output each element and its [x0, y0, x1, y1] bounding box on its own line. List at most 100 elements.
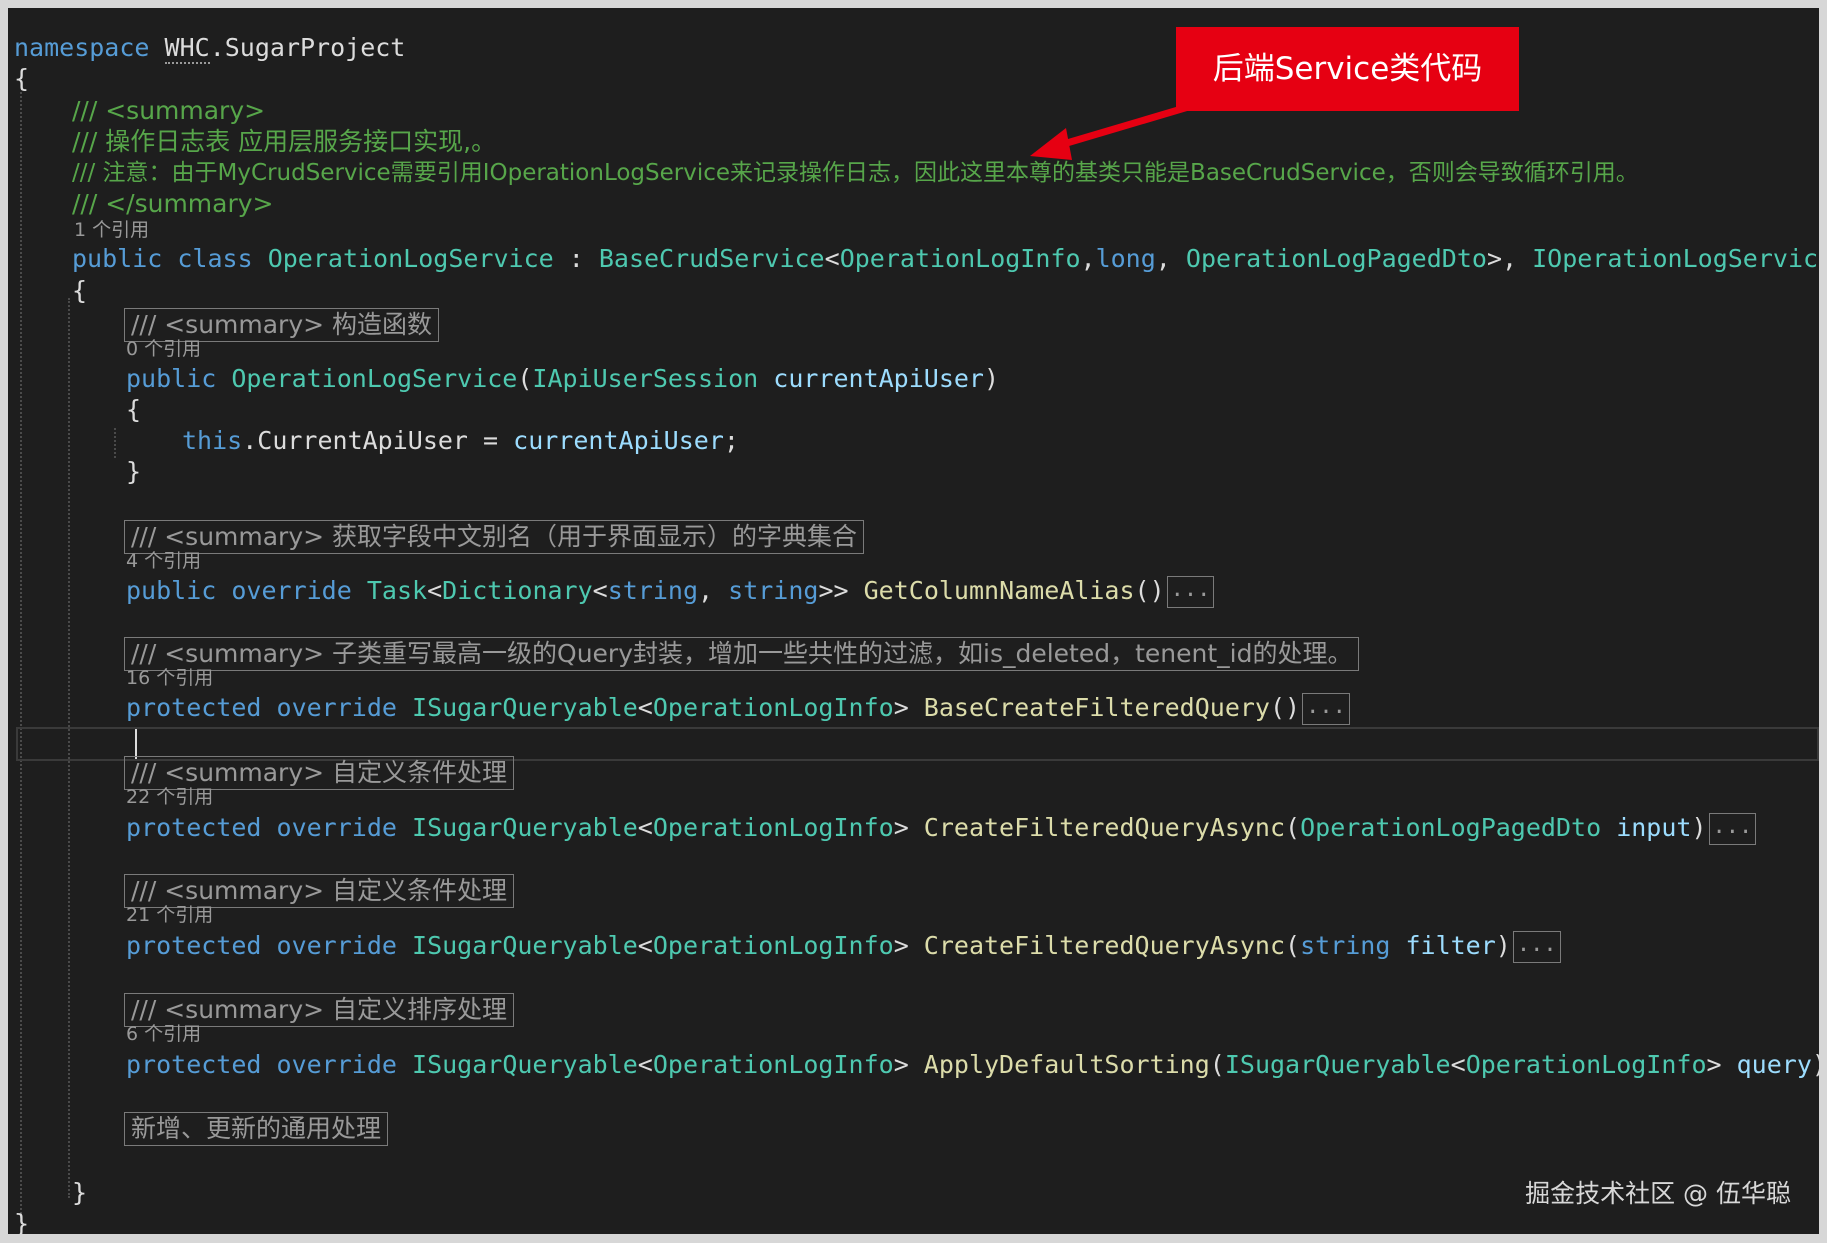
- override-keyword: override: [276, 813, 397, 842]
- paren-open: (: [1209, 1050, 1225, 1079]
- base-type: BaseCrudService: [598, 244, 825, 273]
- collapsed-body-button[interactable]: ...: [1302, 693, 1350, 725]
- collapsed-region[interactable]: 新增、更新的通用处理: [124, 1108, 389, 1148]
- indent-guide: [20, 92, 22, 1222]
- method-declaration-base-create-filtered-query[interactable]: protected override ISugarQueryable<Opera…: [126, 688, 1350, 728]
- collapsed-summary-box[interactable]: /// <summary> 获取字段中文别名（用于界面显示）的字典集合: [124, 520, 865, 554]
- gt: >: [1706, 1050, 1737, 1079]
- comma: ,: [1155, 244, 1186, 273]
- paren-open: (: [517, 364, 533, 393]
- code-editor[interactable]: namespace WHC.SugarProject { /// <summar…: [8, 8, 1819, 1234]
- method-declaration-apply-default-sorting[interactable]: protected override ISugarQueryable<Opera…: [126, 1045, 1819, 1085]
- lt: <: [427, 576, 443, 605]
- comma: ,: [698, 576, 729, 605]
- method-declaration-get-column-alias[interactable]: public override Task<Dictionary<string, …: [126, 571, 1215, 611]
- comma: ,: [1080, 244, 1096, 273]
- paren-close: ): [1812, 1050, 1819, 1079]
- param-type: OperationLogPagedDto: [1300, 813, 1602, 842]
- gt: >: [893, 1050, 924, 1079]
- override-keyword: override: [276, 693, 397, 722]
- gt: >: [893, 931, 924, 960]
- member-reference-count[interactable]: 4 个引用: [126, 549, 201, 573]
- return-type: ISugarQueryable: [412, 931, 638, 960]
- override-keyword: override: [231, 576, 352, 605]
- method-declaration-filtered-query-filter[interactable]: protected override ISugarQueryable<Opera…: [126, 926, 1561, 966]
- return-type: ISugarQueryable: [412, 693, 638, 722]
- assigned-value: currentApiUser: [513, 426, 724, 455]
- gt: >: [893, 813, 924, 842]
- protected-keyword: protected: [126, 931, 262, 960]
- method-name: BaseCreateFilteredQuery: [923, 693, 1270, 722]
- class-name: OperationLogService: [267, 244, 554, 273]
- parens: (): [1269, 693, 1301, 722]
- watermark: 掘金技术社区 @ 伍华聪: [1525, 1179, 1791, 1208]
- return-type: Task: [366, 576, 428, 605]
- public-keyword: public: [126, 576, 217, 605]
- constructor-name: OperationLogService: [231, 364, 518, 393]
- protected-keyword: protected: [126, 1050, 262, 1079]
- method-name: ApplyDefaultSorting: [923, 1050, 1210, 1079]
- collapsed-summary-get-column-alias[interactable]: /// <summary> 获取字段中文别名（用于界面显示）的字典集合: [124, 516, 865, 556]
- lt: <: [637, 813, 653, 842]
- member-reference-count[interactable]: 22 个引用: [126, 785, 213, 809]
- override-keyword: override: [276, 1050, 397, 1079]
- member-reference-count[interactable]: 21 个引用: [126, 903, 213, 927]
- lt: <: [637, 931, 653, 960]
- public-keyword: public: [126, 364, 217, 393]
- collapsed-summary-base-create-filtered-query[interactable]: /// <summary> 子类重写最高一级的Query封装，增加一些共性的过滤…: [124, 633, 1360, 673]
- member-reference-count[interactable]: 16 个引用: [126, 666, 213, 690]
- collapsed-body-button[interactable]: ...: [1512, 931, 1561, 963]
- type-arg: OperationLogInfo: [652, 693, 894, 722]
- type-arg-3: OperationLogPagedDto: [1185, 244, 1487, 273]
- method-name: CreateFilteredQueryAsync: [923, 931, 1286, 960]
- gt: >,: [1486, 244, 1533, 273]
- method-name: GetColumnNameAlias: [863, 576, 1135, 605]
- type-arg: OperationLogInfo: [652, 1050, 894, 1079]
- param-name: currentApiUser: [773, 364, 984, 393]
- summary-comment-line-2: /// 注意：由于MyCrudService需要引用IOperationLogS…: [72, 160, 1639, 186]
- override-keyword: override: [276, 931, 397, 960]
- collapsed-body-button[interactable]: ...: [1166, 576, 1215, 608]
- gt: >>: [818, 576, 864, 605]
- lt: <: [1450, 1050, 1466, 1079]
- paren-close: ): [1691, 813, 1707, 842]
- class-keyword: class: [177, 244, 253, 273]
- paren-close: ): [1495, 931, 1511, 960]
- callout-label: 后端Service类代码: [1176, 27, 1519, 111]
- param-name: filter: [1405, 931, 1496, 960]
- class-close-brace: }: [72, 1178, 88, 1207]
- type-arg: OperationLogInfo: [652, 931, 894, 960]
- colon: :: [553, 244, 599, 273]
- namespace-keyword: namespace: [14, 33, 150, 62]
- param-name: input: [1616, 813, 1692, 842]
- dictionary-type: Dictionary: [442, 576, 593, 605]
- type-arg: OperationLogInfo: [652, 813, 894, 842]
- interface-name: IOperationLogService: [1532, 244, 1819, 273]
- lt: <: [637, 693, 653, 722]
- param-type: string: [1300, 931, 1391, 960]
- return-type: ISugarQueryable: [412, 1050, 638, 1079]
- this-keyword: this: [182, 426, 243, 455]
- constructor-declaration[interactable]: public OperationLogService(IApiUserSessi…: [126, 359, 999, 399]
- parens: (): [1134, 576, 1165, 605]
- protected-keyword: protected: [126, 693, 262, 722]
- constructor-close-brace: }: [126, 457, 142, 486]
- collapsed-region-box[interactable]: 新增、更新的通用处理: [124, 1112, 389, 1146]
- collapsed-body-button[interactable]: ...: [1708, 813, 1757, 845]
- method-declaration-filtered-query-input[interactable]: protected override ISugarQueryable<Opera…: [126, 808, 1757, 848]
- namespace-line[interactable]: namespace WHC.SugarProject: [14, 28, 405, 68]
- constructor-body-line[interactable]: this.CurrentApiUser = currentApiUser;: [182, 421, 739, 461]
- method-name: CreateFilteredQueryAsync: [923, 813, 1286, 842]
- namespace-open-brace: {: [14, 64, 30, 93]
- constructor-open-brace: {: [126, 395, 142, 424]
- member-reference-count[interactable]: 6 个引用: [126, 1022, 201, 1046]
- member-reference-count[interactable]: 0 个引用: [126, 337, 201, 361]
- class-declaration-line[interactable]: public class OperationLogService : BaseC…: [72, 239, 1819, 279]
- param-type-arg: OperationLogInfo: [1465, 1050, 1707, 1079]
- paren-open: (: [1285, 813, 1301, 842]
- indent-guide: [114, 428, 116, 458]
- lt: <: [824, 244, 840, 273]
- paren-open: (: [1285, 931, 1301, 960]
- string-type: string: [607, 576, 699, 605]
- collapsed-summary-box[interactable]: /// <summary> 子类重写最高一级的Query封装，增加一些共性的过滤…: [124, 637, 1360, 671]
